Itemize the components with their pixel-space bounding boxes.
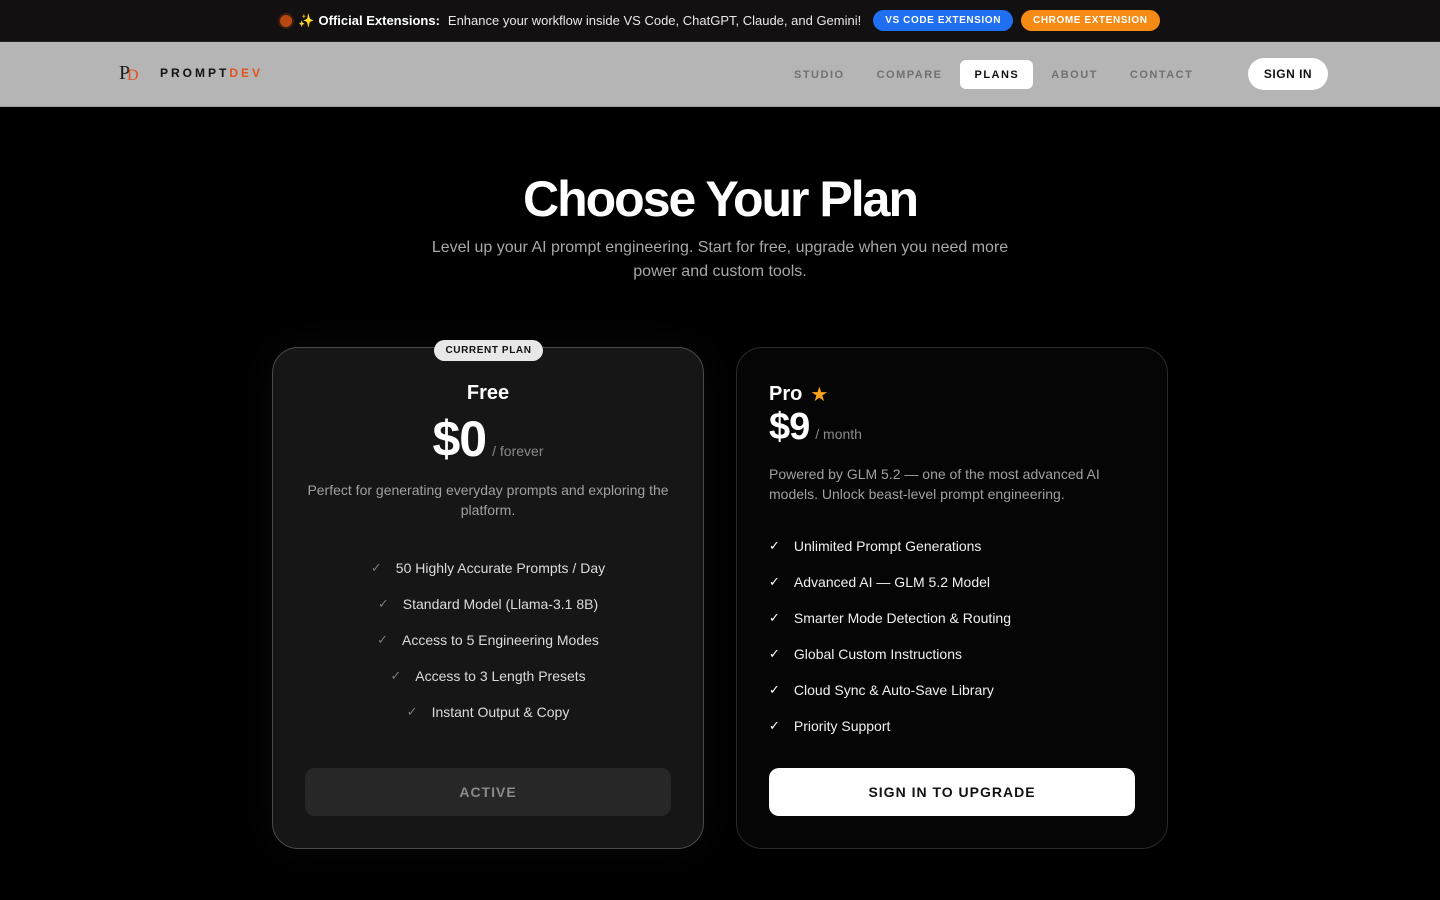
check-icon: ✓ [769,538,780,553]
feature-label: Advanced AI — GLM 5.2 Model [793,574,991,590]
feature-item: ✓ Global Custom Instructions [769,636,1011,672]
feature-item: ✓ Instant Output & Copy [273,694,703,730]
check-icon: ✓ [769,646,780,661]
nav-link-contact[interactable]: CONTACT [1116,60,1207,89]
pro-plan-name: Pro [769,383,803,405]
feature-item: ✓ Unlimited Prompt Generations [769,528,1011,564]
feature-item: ✓ Cloud Sync & Auto-Save Library [769,672,1011,708]
pro-plan-features: ✓ Unlimited Prompt Generations ✓ Advanced … [769,528,1011,744]
feature-label: Access to 3 Length Presets [415,668,586,684]
check-icon: ✓ [769,682,780,697]
feature-item: ✓ Standard Model (Llama-3.1 8B) [273,586,703,622]
free-plan-features: ✓ 50 Highly Accurate Prompts / Day ✓ Stand… [273,550,703,730]
feature-label: Access to 5 Engineering Modes [402,632,599,648]
feature-label: Standard Model (Llama-3.1 8B) [402,596,599,612]
free-plan-description: Perfect for generating everyday prompts … [307,482,669,518]
check-icon: ✓ [377,596,389,611]
feature-label: Instant Output & Copy [431,704,570,720]
pro-plan-price: $9 [769,406,810,448]
nav-link-plans[interactable]: PLANS [960,60,1034,89]
active-plan-button[interactable]: ACTIVE [305,768,671,816]
brand-name-main: PROMPT [160,66,230,80]
brand-name-accent: DEV [229,66,264,80]
check-icon: ✓ [377,632,388,647]
feature-item: ✓ Access to 3 Length Presets [273,658,703,694]
nav-link-studio[interactable]: STUDIO [780,60,859,89]
announcement-message: Enhance your workflow inside VS Code, Ch… [447,13,862,28]
free-plan-name: Free [466,382,510,404]
pro-plan-title: Pro ★ [769,382,828,407]
check-icon: ✓ [370,560,382,575]
pro-plan-period: / month [815,426,862,442]
star-icon: ★ [810,384,829,406]
feature-item: ✓ Priority Support [769,708,1011,744]
feature-label: Global Custom Instructions [793,646,962,662]
check-icon: ✓ [769,610,780,625]
feature-label: Smarter Mode Detection & Routing [793,610,1012,626]
feature-item: ✓ 50 Highly Accurate Prompts / Day [273,550,703,586]
check-icon: ✓ [769,574,780,589]
feature-label: Cloud Sync & Auto-Save Library [793,682,994,698]
nav-link-compare[interactable]: COMPARE [863,60,957,89]
check-icon: ✓ [406,704,418,719]
nav-link-about[interactable]: ABOUT [1037,60,1112,89]
announcement-label: Official Extensions: [318,13,440,28]
page-subtitle: Level up your AI prompt engineering. Sta… [431,239,1009,280]
check-icon: ✓ [769,718,780,733]
vscode-extension-button[interactable]: VS CODE EXTENSION [873,10,1014,31]
sparkle-icon: ✨ [298,12,315,28]
feature-label: Priority Support [793,718,891,734]
check-icon: ✓ [390,668,402,683]
free-plan-price-row: $0 / forever [273,410,703,468]
free-plan-price: $0 [432,411,488,467]
pro-plan-description: Powered by GLM 5.2 — one of the most adv… [769,466,1100,502]
feature-item: ✓ Advanced AI — GLM 5.2 Model [769,564,1011,600]
pro-plan-price-row: $9 / month [769,406,862,449]
free-plan-card: CURRENT PLAN Free $0 / forever Perfect f… [272,340,704,849]
feature-item: ✓ Smarter Mode Detection & Routing [769,600,1011,636]
nav-links: STUDIO COMPARE PLANS ABOUT CONTACT [780,60,1211,89]
feature-label: 50 Highly Accurate Prompts / Day [395,560,606,576]
sign-in-button[interactable]: SIGN IN [1248,58,1328,90]
sign-in-to-upgrade-button[interactable]: SIGN IN TO UPGRADE [769,768,1135,816]
page-title: Choose Your Plan [522,171,919,227]
pro-plan-card: Pro ★ $9 / month Powered by GLM 5.2 — on… [736,347,1168,849]
feature-label: Unlimited Prompt Generations [793,538,982,554]
top-nav: P D PROMPTDEV STUDIO COMPARE PLANS ABOUT… [0,42,1440,107]
feature-item: ✓ Access to 5 Engineering Modes [273,622,703,658]
announcement-bar: ✨ Official Extensions: Enhance your work… [0,0,1440,42]
chrome-extension-button[interactable]: CHROME EXTENSION [1021,10,1160,31]
logo-icon[interactable]: P D [119,62,143,86]
free-plan-period: / forever [492,443,544,459]
status-dot-icon [280,14,293,27]
current-plan-badge: CURRENT PLAN [434,340,543,361]
brand-name[interactable]: PROMPTDEV [160,66,263,80]
logo-letter-d: D [127,67,139,84]
